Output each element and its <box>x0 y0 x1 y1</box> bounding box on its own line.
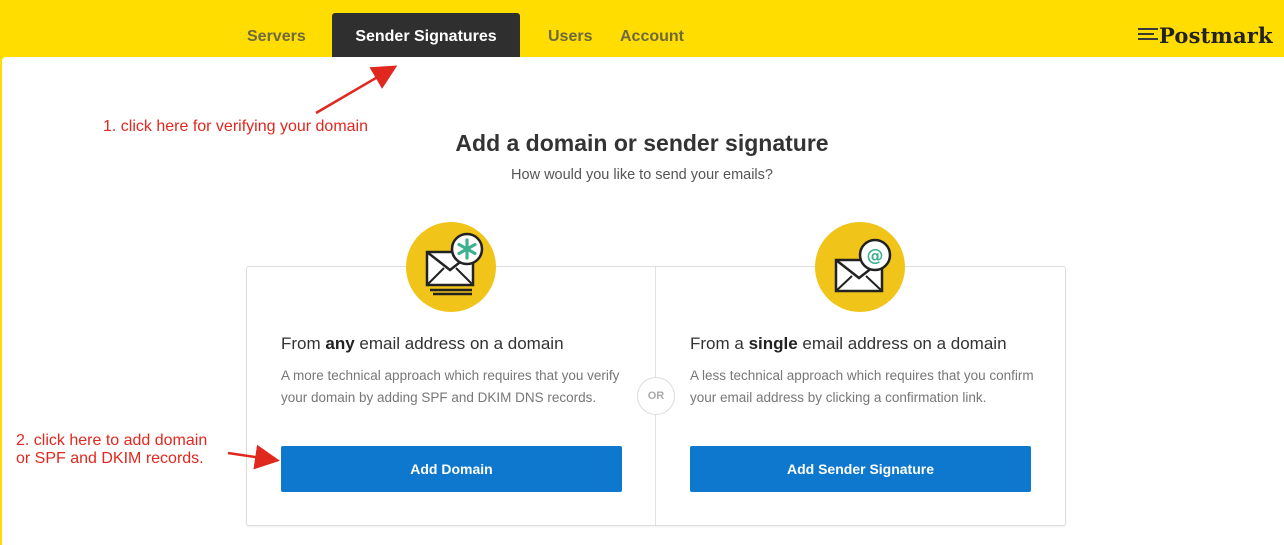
nav-account[interactable]: Account <box>620 28 684 46</box>
option-signature-title-suffix: email address on a domain <box>797 334 1007 353</box>
option-signature-title-emphasis: single <box>748 334 798 353</box>
option-signature-description: A less technical approach which requires… <box>690 368 1034 405</box>
page-subtitle: How would you like to send your emails? <box>511 167 773 183</box>
nav-servers[interactable]: Servers <box>247 28 306 46</box>
nav-users[interactable]: Users <box>548 28 592 46</box>
logo-text: Postmark <box>1159 22 1273 48</box>
option-domain-title: From any email address on a domain <box>281 334 564 354</box>
option-domain-title-prefix: From <box>281 334 326 353</box>
option-signature-title-prefix: From a <box>690 334 749 353</box>
envelope-at-icon: @ <box>815 222 905 312</box>
option-domain-title-emphasis: any <box>325 334 355 353</box>
page-title: Add a domain or sender signature <box>455 130 829 156</box>
top-navigation-bar: Servers Sender Signatures Users Account … <box>0 0 1284 61</box>
or-badge: OR <box>637 377 675 415</box>
envelope-asterisk-icon <box>406 222 496 312</box>
add-sender-signature-button[interactable]: Add Sender Signature <box>690 446 1031 492</box>
logo-speed-lines-icon <box>1138 26 1158 44</box>
nav-sender-signatures[interactable]: Sender Signatures <box>332 13 520 61</box>
annotation-step-2-line-2: or SPF and DKIM records. <box>16 450 204 467</box>
option-domain-description: A more technical approach which requires… <box>281 368 620 405</box>
add-domain-button[interactable]: Add Domain <box>281 446 622 492</box>
svg-text:@: @ <box>867 246 884 266</box>
option-domain-title-suffix: email address on a domain <box>354 334 564 353</box>
option-signature-title: From a single email address on a domain <box>690 334 1007 354</box>
annotation-step-2-line-1: 2. click here to add domain <box>16 432 208 449</box>
annotation-step-2: 2. click here to add domain or SPF and D… <box>16 432 207 468</box>
postmark-logo[interactable]: Postmark <box>1138 22 1273 48</box>
